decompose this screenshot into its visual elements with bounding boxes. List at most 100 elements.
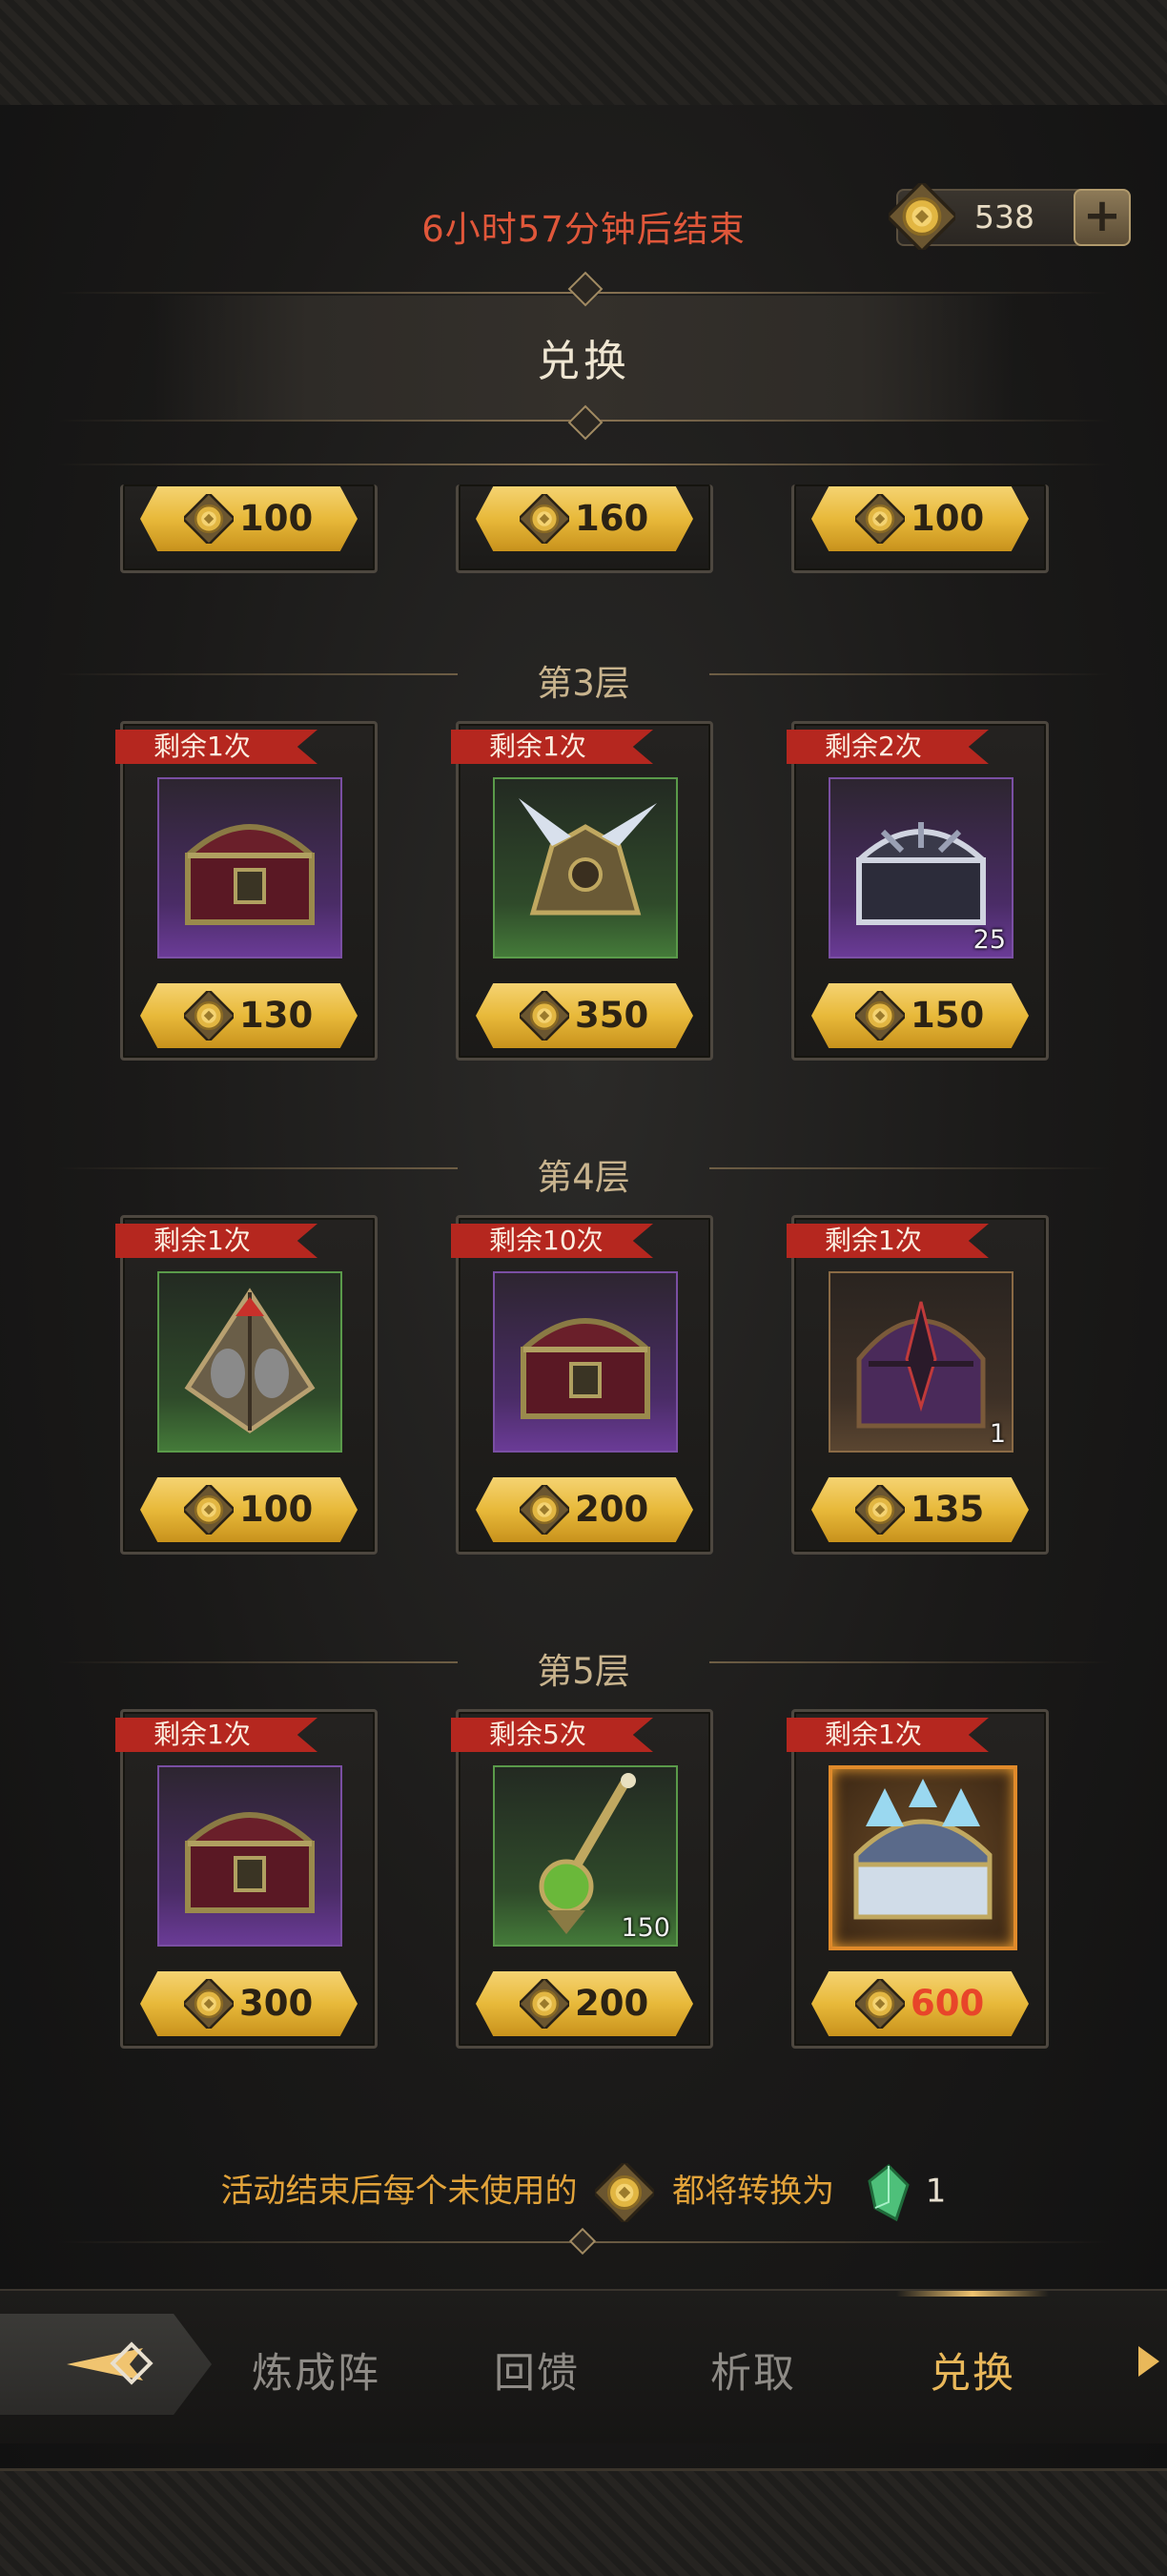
note-text-before: 活动结束后每个未使用的: [220, 2172, 578, 2211]
shop-card-partial[interactable]: 100: [791, 484, 1049, 573]
tab-exchange[interactable]: 兑换: [930, 2340, 1015, 2400]
tier-header: 第5层: [0, 1638, 1167, 1692]
price-button[interactable]: 160: [476, 486, 693, 551]
item-slot: [829, 1765, 1017, 1950]
exchange-coin-icon: [855, 1485, 905, 1535]
treasure-chest-icon: [159, 779, 340, 957]
bottom-nav: 炼成阵 回馈 析取 兑换: [0, 2289, 1167, 2443]
shop-card[interactable]: 剩余1次 130: [115, 721, 378, 1061]
item-slot: 25: [829, 777, 1013, 958]
price-button[interactable]: 600: [811, 1971, 1029, 2036]
plus-icon: +: [1082, 189, 1122, 242]
plus-button[interactable]: +: [1074, 189, 1131, 246]
price-button[interactable]: 100: [140, 486, 358, 551]
item-slot: [493, 777, 678, 958]
exchange-coin-icon: [855, 991, 905, 1041]
conversion-note: 活动结束后每个未使用的 都将转换为 1: [0, 2163, 1167, 2222]
price-button[interactable]: 350: [476, 983, 693, 1048]
active-tab-indicator: [896, 2291, 1049, 2297]
remaining-badge: 剩余1次: [115, 1718, 317, 1752]
tier-header: 第4层: [0, 1144, 1167, 1198]
shop-card-partial[interactable]: 160: [456, 484, 713, 573]
exchange-coin-icon: [595, 2163, 654, 2222]
crystal-chest-icon: [853, 1779, 993, 1920]
item-count: 1: [989, 1419, 1006, 1449]
gem-amount: 1: [925, 2172, 947, 2211]
note-text-middle: 都将转换为: [672, 2172, 835, 2211]
remaining-badge: 剩余1次: [115, 1224, 317, 1258]
remaining-badge: 剩余1次: [787, 1718, 989, 1752]
exchange-coin-icon: [855, 494, 905, 544]
price-value: 150: [911, 995, 985, 1036]
price-value: 130: [239, 995, 314, 1036]
exchange-coin-icon: [184, 494, 234, 544]
remaining-badge: 剩余2次: [787, 730, 989, 764]
dark-helm-chest-icon: [856, 1301, 986, 1429]
remaining-badge: 剩余10次: [451, 1224, 653, 1258]
price-button[interactable]: 100: [140, 1477, 358, 1542]
chevron-right-icon[interactable]: [1138, 2346, 1159, 2377]
price-button[interactable]: 100: [811, 486, 1029, 551]
top-frame: [0, 0, 1167, 108]
exchange-coin-icon: [520, 494, 569, 544]
price-value: 135: [911, 1489, 985, 1530]
shop-card[interactable]: 剩余1次 1 135: [787, 1215, 1049, 1555]
remaining-badge: 剩余1次: [451, 730, 653, 764]
shop-card[interactable]: 剩余1次 350: [451, 721, 713, 1061]
shop-card[interactable]: 剩余5次 150 200: [451, 1709, 713, 2049]
price-value: 100: [239, 498, 314, 539]
exchange-coin-icon: [184, 1485, 234, 1535]
spiked-armor-icon: [519, 798, 657, 916]
item-count: 150: [621, 1913, 670, 1943]
tier-label: 第3层: [537, 663, 630, 704]
price-value: 160: [575, 498, 649, 539]
remaining-badge: 剩余5次: [451, 1718, 653, 1752]
shop-card[interactable]: 剩余1次 100: [115, 1215, 378, 1555]
exchange-coin-icon: [855, 1979, 905, 2029]
item-slot: [157, 777, 342, 958]
currency-display: 538 +: [896, 189, 1131, 246]
shop-card[interactable]: 剩余1次 600: [787, 1709, 1049, 2049]
price-value: 100: [911, 498, 985, 539]
price-value: 200: [575, 1489, 649, 1530]
shop-card[interactable]: 剩余1次 300: [115, 1709, 378, 2049]
shop-card[interactable]: 剩余2次 25 150: [787, 721, 1049, 1061]
exchange-coin-icon: [184, 1979, 234, 2029]
price-value: 300: [239, 1983, 314, 2024]
price-button[interactable]: 300: [140, 1971, 358, 2036]
back-button[interactable]: [0, 2314, 212, 2415]
tab-alchemy[interactable]: 炼成阵: [252, 2340, 380, 2400]
tab-extract[interactable]: 析取: [710, 2340, 796, 2400]
tier-label: 第5层: [537, 1651, 630, 1692]
price-button[interactable]: 130: [140, 983, 358, 1048]
item-slot: 150: [493, 1765, 678, 1947]
exchange-coin-icon: [520, 991, 569, 1041]
tier-label: 第4层: [537, 1157, 630, 1198]
exchange-coin-icon: [520, 1485, 569, 1535]
shop-card-partial[interactable]: 100: [120, 484, 378, 573]
item-slot: [493, 1271, 678, 1453]
price-button[interactable]: 200: [476, 1477, 693, 1542]
banner-line-lower: [57, 464, 1110, 465]
exchange-coin-icon: [184, 991, 234, 1041]
diamond-arrow-back-icon: [67, 2341, 154, 2385]
exchange-coin-icon: [520, 1979, 569, 2029]
shop-card[interactable]: 剩余10次 200: [451, 1215, 713, 1555]
item-slot: [157, 1765, 342, 1947]
price-button[interactable]: 200: [476, 1971, 693, 2036]
treasure-chest-icon: [159, 1767, 340, 1945]
currency-amount: 538: [974, 198, 1034, 236]
bottom-frame: [0, 2468, 1167, 2576]
item-slot: [157, 1271, 342, 1453]
exchange-coin-icon: [889, 183, 955, 250]
page-title: 兑换: [536, 336, 630, 386]
price-value: 350: [575, 995, 649, 1036]
item-count: 25: [972, 925, 1006, 955]
price-value-insufficient: 600: [911, 1983, 985, 2024]
price-button[interactable]: 135: [811, 1477, 1029, 1542]
price-value: 200: [575, 1983, 649, 2024]
price-value: 100: [239, 1489, 314, 1530]
tab-feedback[interactable]: 回馈: [494, 2340, 580, 2400]
tier-header: 第3层: [0, 650, 1167, 704]
price-button[interactable]: 150: [811, 983, 1029, 1048]
